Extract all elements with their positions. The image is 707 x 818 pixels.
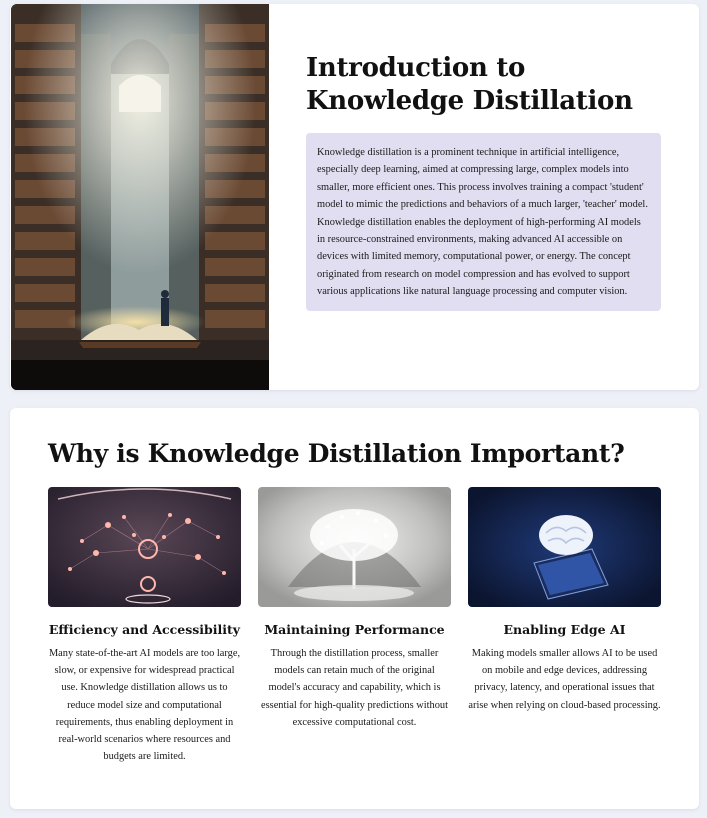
brain-on-phone-illustration bbox=[468, 487, 661, 607]
feature-performance: Maintaining Performance Through the dist… bbox=[258, 487, 451, 731]
feature-efficiency: Efficiency and Accessibility Many state-… bbox=[48, 487, 241, 765]
library-illustration bbox=[11, 4, 269, 390]
intro-text-box: Knowledge distillation is a prominent te… bbox=[306, 133, 661, 311]
intro-paragraph: Knowledge distillation is a prominent te… bbox=[317, 147, 648, 298]
feature-text: Through the distillation process, smalle… bbox=[261, 648, 448, 728]
feature-title: Maintaining Performance bbox=[264, 622, 445, 637]
why-card: Why is Knowledge Distillation Important? bbox=[10, 408, 699, 809]
neural-network-illustration bbox=[48, 487, 241, 607]
glowing-tree-illustration bbox=[258, 487, 451, 607]
feature-title: Enabling Edge AI bbox=[503, 622, 626, 637]
feature-text: Many state-of-the-art AI models are too … bbox=[48, 648, 241, 763]
feature-text: Making models smaller allows AI to be us… bbox=[468, 648, 661, 711]
feature-title: Efficiency and Accessibility bbox=[48, 622, 241, 637]
intro-title: Introduction to Knowledge Distillation bbox=[306, 53, 633, 116]
why-title: Why is Knowledge Distillation Important? bbox=[48, 439, 625, 468]
intro-card: Introduction to Knowledge Distillation K… bbox=[10, 4, 699, 390]
feature-edge-ai: Enabling Edge AI Making models smaller a… bbox=[468, 487, 661, 714]
